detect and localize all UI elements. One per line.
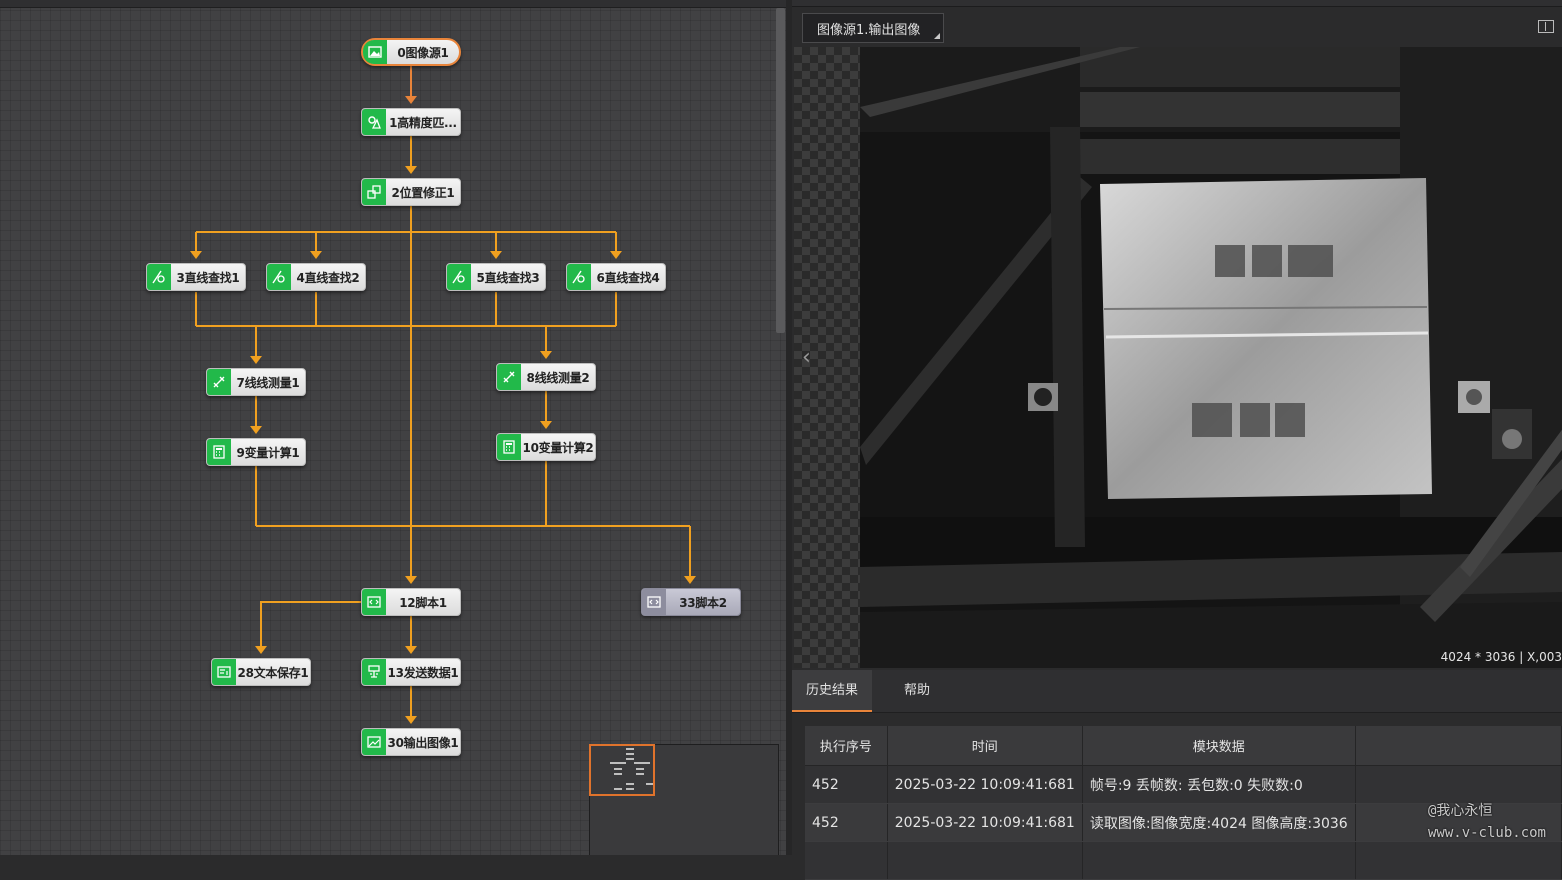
- calculator-icon: [497, 434, 521, 460]
- cell-empty: [1355, 765, 1562, 804]
- cell-seq: 452: [805, 765, 888, 804]
- cell-module-data: 读取图像:图像宽度:4024 图像高度:3036: [1082, 803, 1356, 842]
- tab-help[interactable]: 帮助: [882, 670, 952, 712]
- image-panel: 图像源1.输出图像 ‹ 4024 * 3036 | X,003 历史结果 帮助 …: [792, 0, 1562, 880]
- cell-time: 2025-03-22 10:09:41:681: [887, 765, 1083, 804]
- flow-node-line-find-4[interactable]: 6直线查找4: [566, 263, 666, 291]
- prev-image-icon[interactable]: ‹: [802, 345, 811, 370]
- tab-history-results[interactable]: 历史结果: [792, 670, 872, 712]
- flow-node-send-data[interactable]: 13发送数据1: [361, 658, 461, 686]
- flow-node-line-measure-2[interactable]: 8线线测量2: [496, 363, 596, 391]
- cell-module-data: 帧号:9 丢帧数: 丢包数:0 失败数:0: [1082, 765, 1356, 804]
- watermark-site: www.v-club.com: [1427, 825, 1546, 841]
- node-label: 1高精度匹...: [389, 115, 457, 130]
- flow-node-script-2[interactable]: 33脚本2: [641, 588, 741, 616]
- node-label: 33脚本2: [679, 595, 727, 610]
- calculator-icon: [207, 439, 231, 465]
- column-header-empty: [1355, 726, 1562, 766]
- flow-node-script-1[interactable]: 12脚本1: [361, 588, 461, 616]
- layout-split-icon[interactable]: [1538, 20, 1554, 33]
- column-header-module-data[interactable]: 模块数据: [1082, 726, 1356, 766]
- node-label: 2位置修正1: [391, 185, 455, 200]
- table-row[interactable]: 452 2025-03-22 10:09:41:681 帧号:9 丢帧数: 丢包…: [805, 765, 1562, 804]
- node-label: 9变量计算1: [236, 445, 300, 460]
- node-label: 8线线测量2: [526, 370, 590, 385]
- flow-node-position-fix[interactable]: 2位置修正1: [361, 178, 461, 206]
- cell-time: 2025-03-22 10:09:41:681: [887, 803, 1083, 842]
- flow-node-output-image[interactable]: 30输出图像1: [361, 728, 461, 756]
- flow-node-line-find-1[interactable]: 3直线查找1: [146, 263, 246, 291]
- result-tabs: 历史结果 帮助: [792, 670, 1562, 713]
- node-label: 7线线测量1: [236, 375, 300, 390]
- minimap-viewport[interactable]: [589, 744, 655, 796]
- watermark: @我心永恒 www.v-club.com: [1428, 800, 1546, 844]
- column-header-time[interactable]: 时间: [887, 726, 1083, 766]
- line-find-icon: [567, 264, 591, 290]
- table-row-partial: [805, 841, 1562, 880]
- line-find-icon: [147, 264, 171, 290]
- image-size-readout: 4024 * 3036 | X,003: [1440, 650, 1562, 664]
- flow-node-text-save[interactable]: 28文本保存1: [211, 658, 311, 686]
- measure-icon: [207, 369, 231, 395]
- image-panel-topbar: [792, 0, 1562, 7]
- node-label: 30输出图像1: [387, 735, 459, 750]
- image-source-selector[interactable]: 图像源1.输出图像: [802, 13, 944, 43]
- node-label: 4直线查找2: [296, 270, 360, 285]
- match-icon: [362, 109, 386, 135]
- node-label: 6直线查找4: [596, 270, 660, 285]
- flow-node-variable-calc-1[interactable]: 9变量计算1: [206, 438, 306, 466]
- node-label: 3直线查找1: [176, 270, 240, 285]
- flow-node-line-find-2[interactable]: 4直线查找2: [266, 263, 366, 291]
- output-image-icon: [362, 729, 386, 755]
- flow-canvas[interactable]: 0图像源1 1高精度匹... 2位置修正1 3直线查找1 4直线查找2 5直线查…: [0, 0, 790, 855]
- script-icon: [362, 589, 386, 615]
- image-viewer[interactable]: ‹ 4024 * 3036 | X,003: [794, 47, 1562, 668]
- cell-seq: 452: [805, 803, 888, 842]
- node-label: 0图像源1: [397, 45, 449, 60]
- canvas-scrollbar[interactable]: [776, 8, 785, 333]
- text-save-icon: [212, 659, 236, 685]
- node-label: 13发送数据1: [387, 665, 459, 680]
- column-header-seq[interactable]: 执行序号: [805, 726, 888, 766]
- send-data-icon: [362, 659, 386, 685]
- flow-node-line-find-3[interactable]: 5直线查找3: [446, 263, 546, 291]
- flow-node-variable-calc-2[interactable]: 10变量计算2: [496, 433, 596, 461]
- watermark-author: @我心永恒: [1427, 803, 1493, 819]
- dropdown-corner-icon: [934, 33, 940, 39]
- flow-node-line-measure-1[interactable]: 7线线测量1: [206, 368, 306, 396]
- script-icon: [642, 589, 666, 615]
- node-label: 5直线查找3: [476, 270, 540, 285]
- table-header-row: 执行序号 时间 模块数据: [805, 726, 1562, 766]
- position-fix-icon: [362, 179, 386, 205]
- image-icon: [363, 40, 387, 64]
- camera-image: [860, 47, 1562, 668]
- node-label: 10变量计算2: [522, 440, 594, 455]
- node-label: 28文本保存1: [237, 665, 309, 680]
- flow-node-image-source[interactable]: 0图像源1: [361, 38, 461, 66]
- measure-icon: [497, 364, 521, 390]
- image-source-label: 图像源1.输出图像: [817, 22, 921, 38]
- node-label: 12脚本1: [399, 595, 447, 610]
- line-find-icon: [267, 264, 291, 290]
- flow-node-template-match[interactable]: 1高精度匹...: [361, 108, 461, 136]
- line-find-icon: [447, 264, 471, 290]
